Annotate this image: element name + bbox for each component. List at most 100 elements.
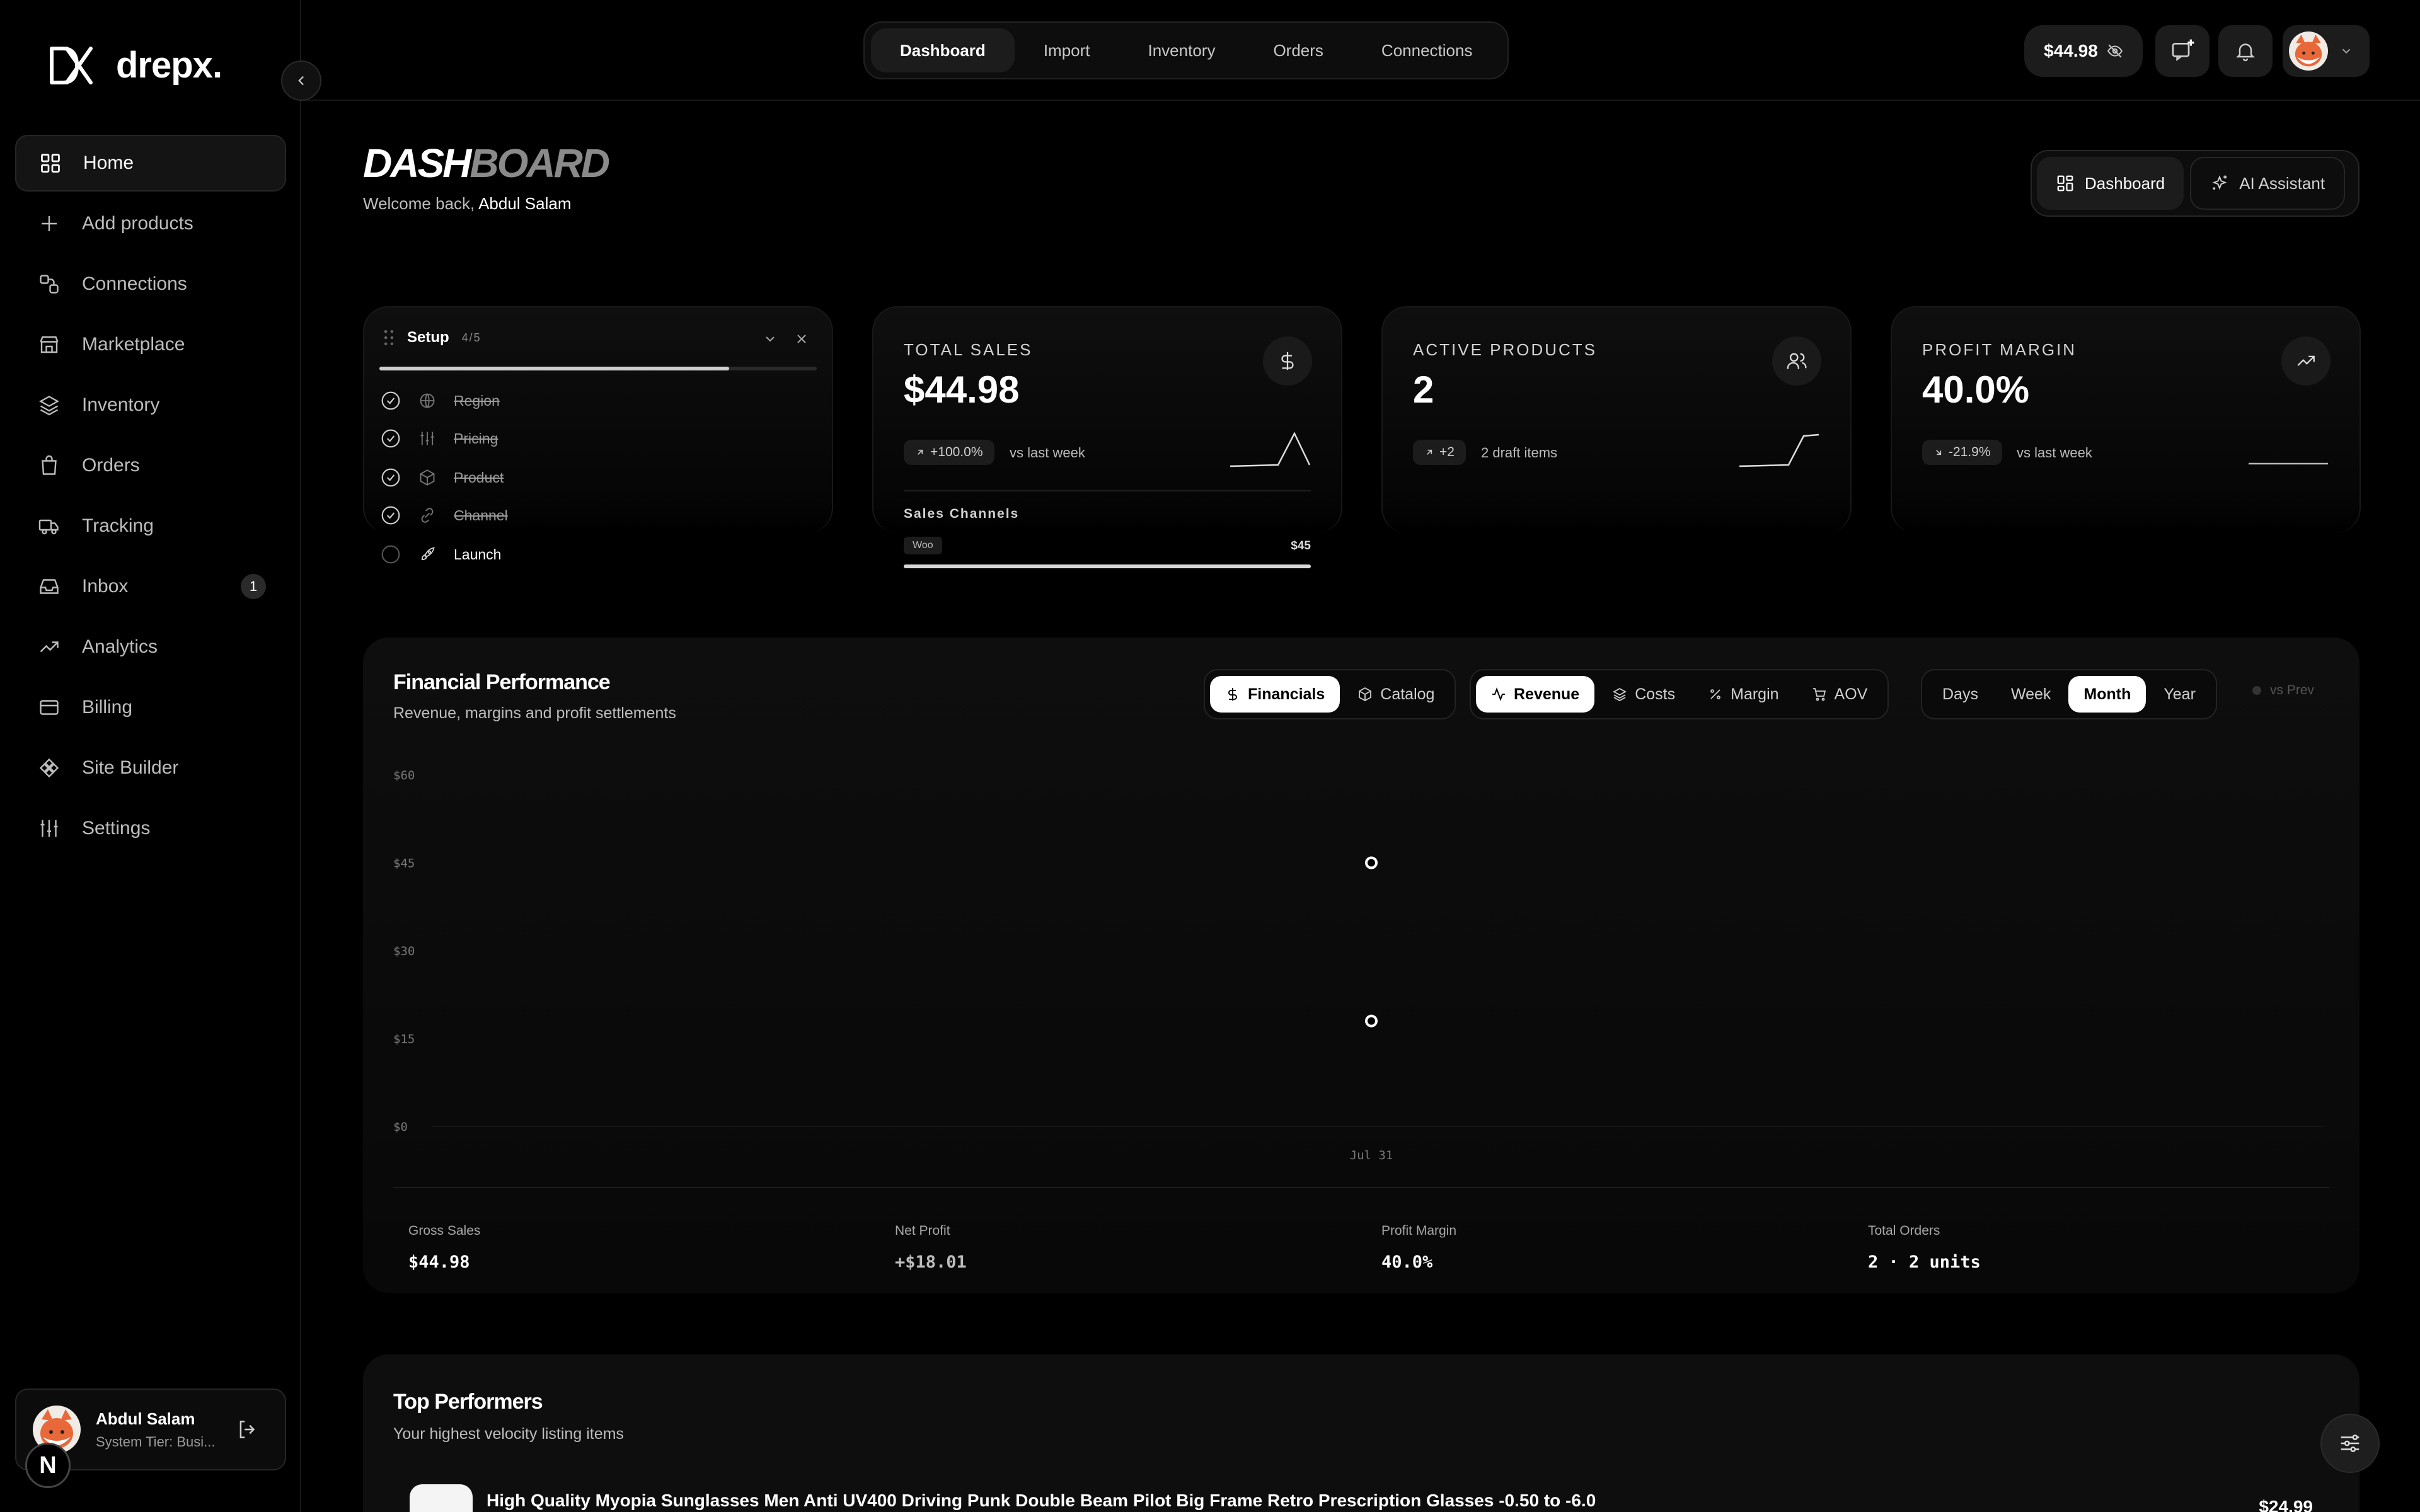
tab-catalog[interactable]: Catalog [1342,676,1449,713]
tab-week[interactable]: Week [1996,676,2066,713]
chart-divider [393,1187,2329,1188]
tab-year[interactable]: Year [2148,676,2211,713]
financial-performance-panel: Financial Performance Revenue, margins a… [363,638,2360,1293]
revenue-chart: $60 $45 $30 $15 $0 Jul 31 [393,769,2323,1162]
brand-logo[interactable]: drepx. [49,44,222,86]
delta-value: +100.0% [930,445,983,459]
sidebar-item-connections[interactable]: Connections [15,256,286,312]
profile-menu-button[interactable] [2283,25,2370,77]
sparkline [1230,432,1311,467]
product-price: $24.99 [2259,1497,2313,1512]
close-icon[interactable] [794,331,809,346]
welcome-text: Welcome back, Abdul Salam [363,194,571,214]
sidebar-item-marketplace[interactable]: Marketplace [15,316,286,373]
sidebar-item-add-products[interactable]: Add products [15,195,286,252]
sidebar-item-orders[interactable]: Orders [15,437,286,494]
sidebar-item-label: Connections [82,273,187,294]
tab-margin[interactable]: Margin [1693,676,1794,713]
sidebar-item-analytics[interactable]: Analytics [15,619,286,675]
connections-icon [37,272,62,297]
setup-step-region[interactable]: Region [381,388,500,413]
channel-share-fill [904,564,1311,568]
tab-label: Costs [1635,685,1676,703]
tab-days[interactable]: Days [1927,676,1993,713]
grid-icon [38,151,63,176]
metric-value: $44.98 [408,1252,470,1272]
channel-name[interactable]: Woo [904,537,942,554]
product-name: High Quality Myopia Sunglasses Men Anti … [487,1491,1596,1510]
top-performers-subtitle: Your highest velocity listing items [393,1425,624,1443]
tab-month[interactable]: Month [2068,676,2146,713]
tab-label: Revenue [1514,685,1580,703]
setup-card: Setup 4/5 Region Pricing Product Channel… [363,306,833,564]
trend-icon [37,634,62,660]
sliders-icon [418,430,436,447]
tab-costs[interactable]: Costs [1597,676,1690,713]
chart-data-point[interactable] [1365,856,1378,869]
setup-step-channel[interactable]: Channel [381,503,508,528]
sidebar-item-tracking[interactable]: Tracking [15,498,286,554]
setup-progress-fill [379,367,730,370]
sparkline [2249,462,2328,465]
sidebar-item-inventory[interactable]: Inventory [15,377,286,433]
puzzle-icon [37,755,62,781]
chart-data-point[interactable] [1365,1014,1378,1028]
sidebar-item-inbox[interactable]: Inbox 1 [15,558,286,615]
view-toggle: Dashboard AI Assistant [2031,150,2360,217]
vs-prev-label: vs Prev [2270,683,2315,697]
sidebar-item-label: Analytics [82,636,158,657]
ai-assistant-label: AI Assistant [2239,173,2325,193]
messages-button[interactable] [2155,25,2210,77]
sidebar-item-billing[interactable]: Billing [15,679,286,736]
box-icon [418,469,436,486]
sidebar-item-site-builder[interactable]: Site Builder [15,740,286,796]
tab-aov[interactable]: AOV [1797,676,1883,713]
product-thumbnail [410,1484,473,1512]
dashboard-view-button[interactable]: Dashboard [2037,157,2184,210]
empty-circle-icon [381,544,401,564]
tab-import[interactable]: Import [1015,28,1119,72]
setup-step-label: Launch [454,546,502,563]
logout-icon[interactable] [236,1418,260,1441]
chevron-down-icon[interactable] [763,331,778,346]
setup-step-launch[interactable]: Launch [381,542,501,567]
delta-text: 2 draft items [1481,445,1558,461]
dashboard-view-label: Dashboard [2085,173,2165,193]
sidebar-item-home[interactable]: Home [15,135,286,192]
tab-connections[interactable]: Connections [1352,28,1502,72]
vs-prev-toggle[interactable]: vs Prev [2252,683,2314,698]
setup-step-pricing[interactable]: Pricing [381,426,498,451]
notifications-button[interactable] [2218,25,2273,77]
sidebar-item-label: Orders [82,455,140,476]
tab-revenue[interactable]: Revenue [1476,676,1595,713]
arrow-up-right-icon [1424,447,1434,457]
tab-orders[interactable]: Orders [1244,28,1352,72]
balance-value: $44.98 [2044,41,2098,60]
check-circle-icon [381,505,401,525]
sidebar-item-settings[interactable]: Settings [15,800,286,857]
filter-fab-button[interactable] [2320,1414,2380,1473]
drepx-logo-icon [49,46,93,85]
globe-icon [418,392,436,410]
setup-step-product[interactable]: Product [381,465,504,490]
sidebar-item-label: Settings [82,818,151,839]
ai-assistant-button[interactable]: AI Assistant [2190,157,2346,210]
card-icon [37,695,62,720]
financial-subtitle: Revenue, margins and profit settlements [393,704,676,722]
dollar-icon [1263,336,1312,386]
tab-inventory[interactable]: Inventory [1119,28,1245,72]
n-badge[interactable]: N [25,1443,71,1488]
tab-financials[interactable]: Financials [1210,676,1340,713]
collapse-sidebar-button[interactable] [281,60,321,101]
check-circle-icon [381,467,401,488]
eye-off-icon [2107,43,2123,59]
page-title-part-b: BOARD [470,140,610,186]
profit-margin-card: PROFIT MARGIN 40.0% -21.9% vs last week [1891,306,2361,533]
drag-handle-icon[interactable] [383,329,395,346]
tab-dashboard[interactable]: Dashboard [871,28,1015,72]
sidebar-item-label: Marketplace [82,334,185,355]
sidebar: drepx. Home Add products Connections Mar… [0,0,301,1512]
sidebar-nav: Home Add products Connections Marketplac… [15,135,286,861]
y-tick-label: $30 [393,944,415,958]
balance-button[interactable]: $44.98 [2024,25,2143,77]
